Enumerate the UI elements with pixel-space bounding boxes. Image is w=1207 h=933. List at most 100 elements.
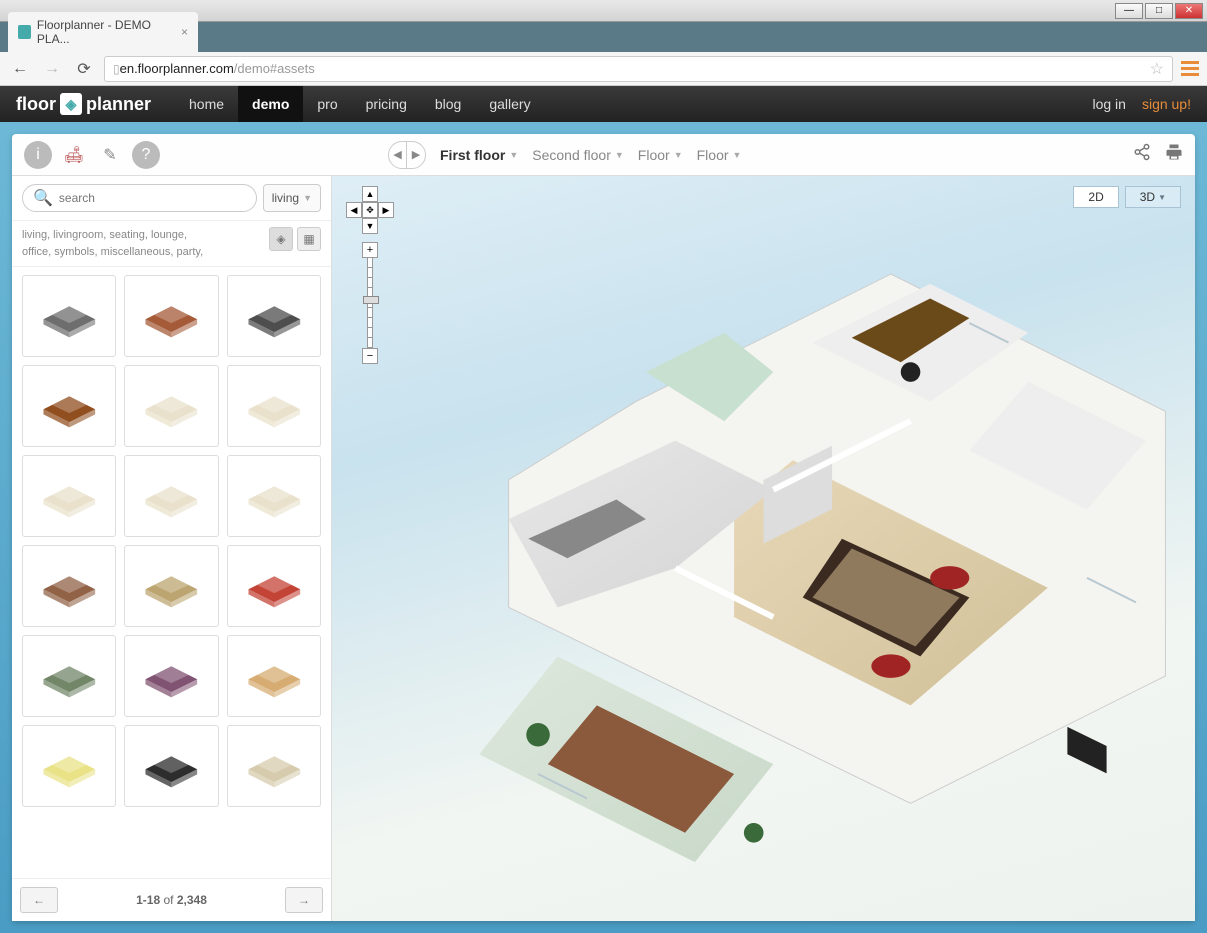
site-logo[interactable]: floor ◈ planner <box>16 93 151 115</box>
view-2d-toggle[interactable]: ▦ <box>297 227 321 251</box>
asset-sofa-beige-2[interactable] <box>227 365 321 447</box>
pager-next-button[interactable]: → <box>285 887 323 913</box>
asset-loveseat-tan[interactable] <box>227 725 321 807</box>
pan-down-button[interactable]: ▼ <box>362 218 378 234</box>
address-bar[interactable]: ▯ en.floorplanner.com/demo#assets ☆ <box>104 56 1173 82</box>
url-host: en.floorplanner.com <box>120 61 234 76</box>
pan-right-button[interactable]: ▶ <box>378 202 394 218</box>
pan-control: ▲ ◀✥▶ ▼ <box>346 186 394 234</box>
browser-toolbar: ← → ⟳ ▯ en.floorplanner.com/demo#assets … <box>0 52 1207 86</box>
nav-blog[interactable]: blog <box>421 86 475 122</box>
window-close-button[interactable]: ✕ <box>1175 3 1203 19</box>
asset-chaise-yellow[interactable] <box>22 725 116 807</box>
floor-4[interactable]: Floor▼ <box>697 147 742 163</box>
asset-sectional-l-right[interactable] <box>124 455 218 537</box>
search-box[interactable]: 🔍 <box>22 184 257 212</box>
tags-line-2: office, symbols, miscellaneous, party, <box>22 244 263 261</box>
forward-button[interactable]: → <box>40 57 64 81</box>
info-icon[interactable]: i <box>24 141 52 169</box>
app-frame: i 🛋 ✎ ? ◀ ▶ First floor▼ Second floor▼ F… <box>12 134 1195 921</box>
asset-sofa-olive[interactable] <box>124 545 218 627</box>
asset-lounge-chair[interactable] <box>227 275 321 357</box>
floor-switcher: ◀ ▶ First floor▼ Second floor▼ Floor▼ Fl… <box>388 141 741 169</box>
asset-sofa-red[interactable] <box>227 545 321 627</box>
window-minimize-button[interactable]: — <box>1115 3 1143 19</box>
pan-center-button[interactable]: ✥ <box>362 202 378 218</box>
app-toolbar: i 🛋 ✎ ? ◀ ▶ First floor▼ Second floor▼ F… <box>12 134 1195 176</box>
asset-sofa-brown[interactable] <box>22 545 116 627</box>
app-wrapper: i 🛋 ✎ ? ◀ ▶ First floor▼ Second floor▼ F… <box>0 122 1207 933</box>
nav-demo[interactable]: demo <box>238 86 303 122</box>
asset-grid-container <box>12 267 331 878</box>
pan-up-button[interactable]: ▲ <box>362 186 378 202</box>
zoom-control: + − <box>362 242 378 364</box>
nav-home[interactable]: home <box>175 86 238 122</box>
view-3d-toggle[interactable]: ◈ <box>269 227 293 251</box>
asset-lounge-chair-ottoman[interactable] <box>124 275 218 357</box>
floor-arrow-box: ◀ ▶ <box>388 141 426 169</box>
tab-close-icon[interactable]: × <box>181 25 188 39</box>
reload-button[interactable]: ⟳ <box>72 57 96 81</box>
asset-armchair-tan[interactable] <box>227 635 321 717</box>
floor-next-button[interactable]: ▶ <box>407 142 425 168</box>
page-icon: ▯ <box>113 62 120 76</box>
view-mode-buttons: 2D 3D▼ <box>1073 186 1181 208</box>
pager-prev-button[interactable]: ← <box>20 887 58 913</box>
zoom-thumb[interactable] <box>363 296 379 304</box>
window-maximize-button[interactable]: □ <box>1145 3 1173 19</box>
tags-line-1: living, livingroom, seating, lounge, <box>22 227 263 244</box>
nav-pro[interactable]: pro <box>303 86 351 122</box>
asset-sofa-beige[interactable] <box>124 365 218 447</box>
auth-links: log in sign up! <box>1092 96 1191 112</box>
category-dropdown[interactable]: living▼ <box>263 184 321 212</box>
print-icon[interactable] <box>1165 143 1183 166</box>
share-icon[interactable] <box>1133 143 1151 166</box>
floorplan-3d <box>332 176 1195 921</box>
url-path: /demo#assets <box>234 61 315 76</box>
floor-first[interactable]: First floor▼ <box>440 147 518 163</box>
pager: ← 1-18 of 2,348 → <box>12 878 331 921</box>
wand-icon[interactable]: ✎ <box>96 141 124 169</box>
floor-prev-button[interactable]: ◀ <box>389 142 407 168</box>
asset-sectional-l-angled[interactable] <box>227 455 321 537</box>
browser-tab[interactable]: Floorplanner - DEMO PLA... × <box>8 12 198 52</box>
zoom-in-button[interactable]: + <box>362 242 378 258</box>
asset-barcelona-chair[interactable] <box>22 275 116 357</box>
zoom-out-button[interactable]: − <box>362 348 378 364</box>
asset-armchair-purple[interactable] <box>124 635 218 717</box>
favicon-icon <box>18 25 31 39</box>
nav-gallery[interactable]: gallery <box>475 86 544 122</box>
logo-icon: ◈ <box>60 93 82 115</box>
login-link[interactable]: log in <box>1092 96 1125 112</box>
asset-poang-chair[interactable] <box>124 725 218 807</box>
browser-tab-strip: Floorplanner - DEMO PLA... × <box>0 22 1207 52</box>
site-header: floor ◈ planner home demo pro pricing bl… <box>0 86 1207 122</box>
floor-3[interactable]: Floor▼ <box>638 147 683 163</box>
nav-pricing[interactable]: pricing <box>352 86 421 122</box>
zoom-slider[interactable] <box>367 258 373 348</box>
floor-second[interactable]: Second floor▼ <box>532 147 624 163</box>
asset-sectional-l-left[interactable] <box>22 455 116 537</box>
pager-status: 1-18 of 2,348 <box>136 893 207 907</box>
help-icon[interactable]: ? <box>132 141 160 169</box>
main-area: 🔍 living▼ living, livingroom, seating, l… <box>12 176 1195 921</box>
signup-link[interactable]: sign up! <box>1142 96 1191 112</box>
search-icon: 🔍 <box>33 188 53 208</box>
view-2d-button[interactable]: 2D <box>1073 186 1118 208</box>
design-canvas[interactable]: ▲ ◀✥▶ ▼ + − 2D 3D▼ <box>332 176 1195 921</box>
bookmark-star-icon[interactable]: ☆ <box>1150 59 1164 79</box>
asset-armchair-green[interactable] <box>22 635 116 717</box>
view-3d-button[interactable]: 3D▼ <box>1125 186 1181 208</box>
asset-swivel-stool[interactable] <box>22 365 116 447</box>
tags-row: living, livingroom, seating, lounge, off… <box>12 221 331 267</box>
armchair-icon[interactable]: 🛋 <box>60 141 88 169</box>
logo-text-a: floor <box>16 94 56 115</box>
browser-menu-icon[interactable] <box>1181 60 1199 78</box>
search-row: 🔍 living▼ <box>12 176 331 221</box>
pan-left-button[interactable]: ◀ <box>346 202 362 218</box>
asset-sidebar: 🔍 living▼ living, livingroom, seating, l… <box>12 176 332 921</box>
logo-text-b: planner <box>86 94 151 115</box>
site-nav: home demo pro pricing blog gallery <box>175 86 545 122</box>
back-button[interactable]: ← <box>8 57 32 81</box>
search-input[interactable] <box>59 191 246 205</box>
